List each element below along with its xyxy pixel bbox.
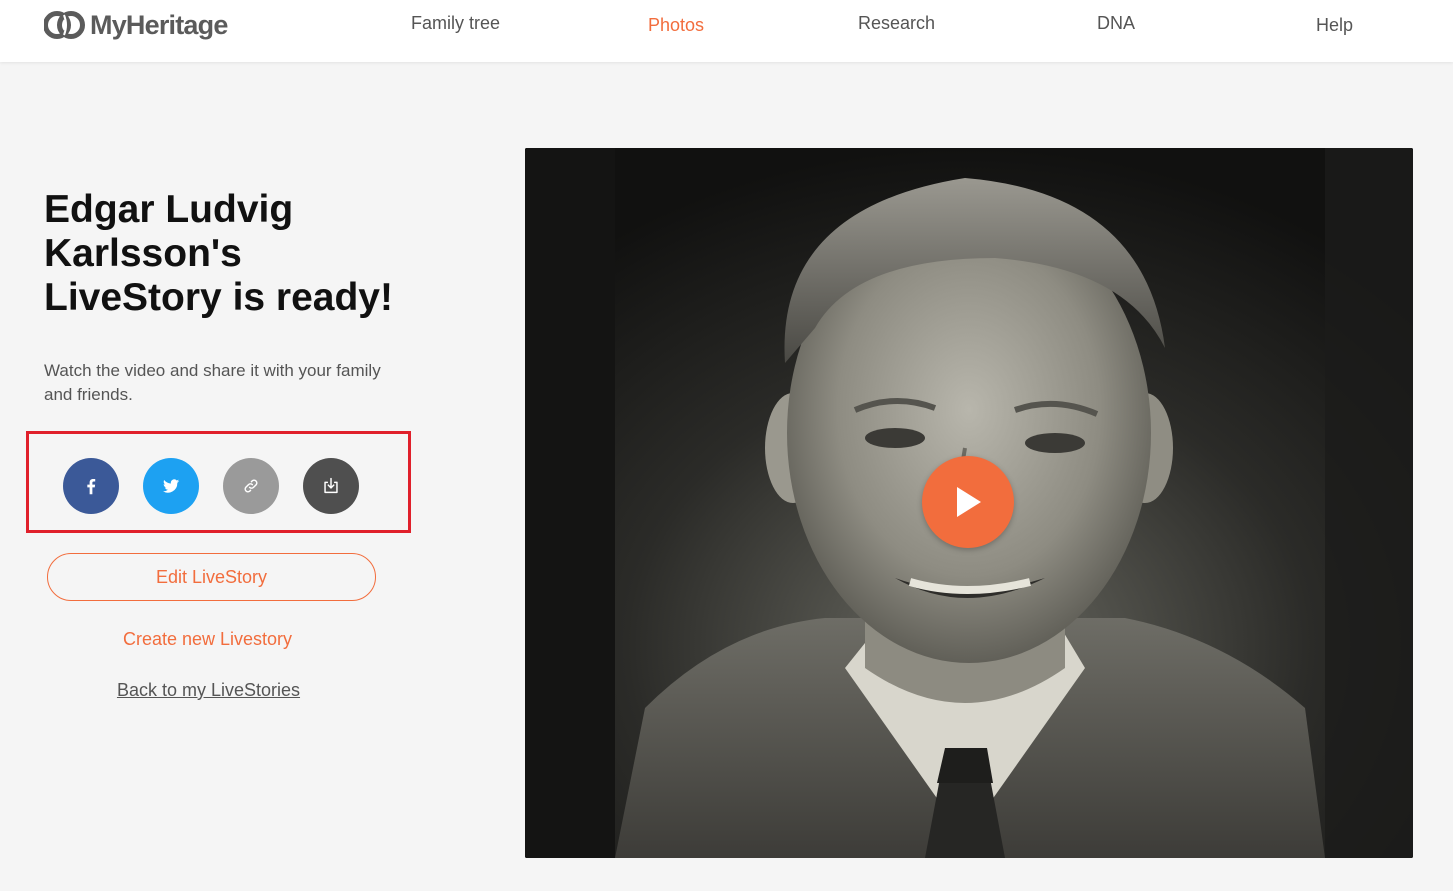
- download-button[interactable]: [303, 458, 359, 514]
- play-icon: [957, 487, 981, 517]
- page-subtitle: Watch the video and share it with your f…: [44, 361, 381, 404]
- link-icon: [244, 479, 258, 493]
- nav-family-tree[interactable]: Family tree: [411, 13, 500, 34]
- page-title: Edgar Ludvig Karlsson's LiveStory is rea…: [44, 188, 393, 319]
- copy-link-button[interactable]: [223, 458, 279, 514]
- twitter-share-button[interactable]: [143, 458, 199, 514]
- create-new-livestory-link[interactable]: Create new Livestory: [47, 629, 368, 650]
- nav-research[interactable]: Research: [858, 13, 935, 34]
- download-icon: [324, 477, 338, 494]
- edit-livestory-button[interactable]: Edit LiveStory: [47, 553, 376, 601]
- top-navigation-bar: MyHeritage Family tree Photos Research D…: [0, 0, 1453, 62]
- nav-help[interactable]: Help: [1316, 15, 1353, 36]
- nav-dna[interactable]: DNA: [1097, 13, 1135, 34]
- logo-text: MyHeritage: [90, 9, 228, 40]
- play-button[interactable]: [922, 456, 1014, 548]
- facebook-share-button[interactable]: [63, 458, 119, 514]
- myheritage-logo[interactable]: MyHeritage: [44, 8, 228, 42]
- nav-photos[interactable]: Photos: [648, 15, 704, 36]
- twitter-icon: [162, 479, 180, 493]
- facebook-icon: [87, 478, 96, 495]
- back-to-livestories-link[interactable]: Back to my LiveStories: [47, 680, 370, 701]
- myheritage-logo-icon: [44, 11, 85, 39]
